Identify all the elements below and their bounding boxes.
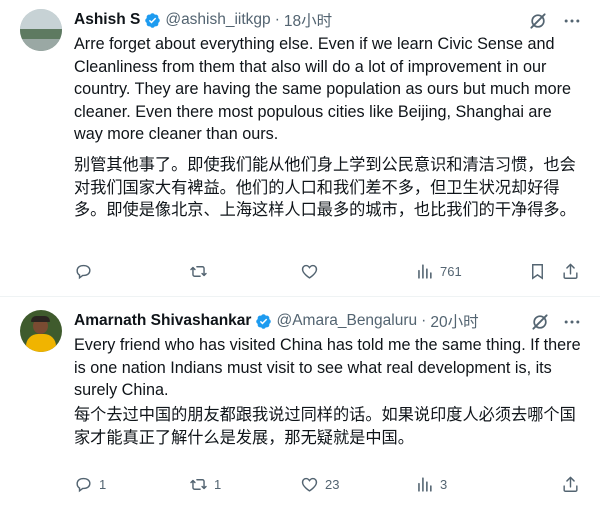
grok-icon[interactable]	[530, 312, 550, 332]
display-name[interactable]: Amarnath Shivashankar	[74, 312, 251, 330]
timestamp[interactable]: 20小时	[430, 310, 478, 332]
like-button[interactable]	[300, 262, 325, 281]
bookmark-button[interactable]	[528, 262, 547, 281]
timestamp[interactable]: 18小时	[284, 9, 332, 31]
reply-icon	[76, 477, 91, 493]
retweet-button[interactable]	[189, 262, 214, 281]
like-count: 23	[325, 477, 340, 492]
like-icon	[301, 477, 318, 492]
share-icon	[563, 263, 578, 279]
separator-dot: ·	[274, 11, 280, 28]
tweet[interactable]: Amarnath Shivashankar @Amara_Bengaluru ·…	[0, 297, 600, 508]
retweet-count: 1	[214, 477, 222, 492]
reply-count: 1	[99, 477, 107, 492]
views-count: 761	[440, 264, 462, 279]
views-button[interactable]: 3	[415, 475, 447, 494]
avatar[interactable]	[20, 310, 62, 352]
share-icon	[563, 476, 578, 492]
verified-badge-icon	[256, 313, 272, 329]
separator-dot: ·	[421, 312, 427, 329]
views-icon	[418, 264, 432, 279]
tweet-header: Amarnath Shivashankar @Amara_Bengaluru ·…	[74, 310, 479, 332]
tweet-actions: 761	[74, 262, 584, 284]
reply-button[interactable]	[74, 262, 99, 281]
tweet-text-chinese: 别管其他事了。即使我们能从他们身上学到公民意识和清洁习惯，也会对我们国家大有裨益…	[74, 156, 576, 219]
views-icon	[418, 477, 432, 492]
user-handle[interactable]: @ashish_iitkgp	[165, 11, 270, 29]
like-button[interactable]: 23	[300, 475, 339, 494]
avatar[interactable]	[20, 9, 62, 51]
bookmark-icon	[532, 264, 543, 280]
tweet-text-chinese: 每个去过中国的朋友都跟我说过同样的话。如果说印度人必须去哪个国家才能真正了解什么…	[74, 406, 576, 447]
share-button[interactable]	[561, 475, 580, 494]
reply-icon	[76, 264, 91, 280]
share-button[interactable]	[561, 262, 580, 281]
like-icon	[301, 264, 318, 279]
more-options-icon[interactable]	[562, 312, 582, 332]
retweet-icon	[190, 479, 207, 490]
tweet[interactable]: Ashish S @ashish_iitkgp · 18小时 Arre forg…	[0, 0, 600, 297]
retweet-button[interactable]: 1	[189, 475, 221, 494]
retweet-icon	[190, 266, 207, 277]
tweet-text-english: Every friend who has visited China has t…	[74, 336, 581, 399]
verified-badge-icon	[145, 12, 161, 28]
tweet-header: Ashish S @ashish_iitkgp · 18小时	[74, 9, 332, 31]
views-button[interactable]: 761	[415, 262, 462, 281]
reply-button[interactable]: 1	[74, 475, 106, 494]
views-count: 3	[440, 477, 448, 492]
tweet-actions: 1 1 23 3	[74, 475, 584, 497]
tweet-text-english: Arre forget about everything else. Even …	[74, 35, 571, 143]
more-options-icon[interactable]	[562, 11, 582, 31]
display-name[interactable]: Ashish S	[74, 11, 140, 29]
grok-icon[interactable]	[528, 11, 548, 31]
user-handle[interactable]: @Amara_Bengaluru	[276, 312, 417, 330]
